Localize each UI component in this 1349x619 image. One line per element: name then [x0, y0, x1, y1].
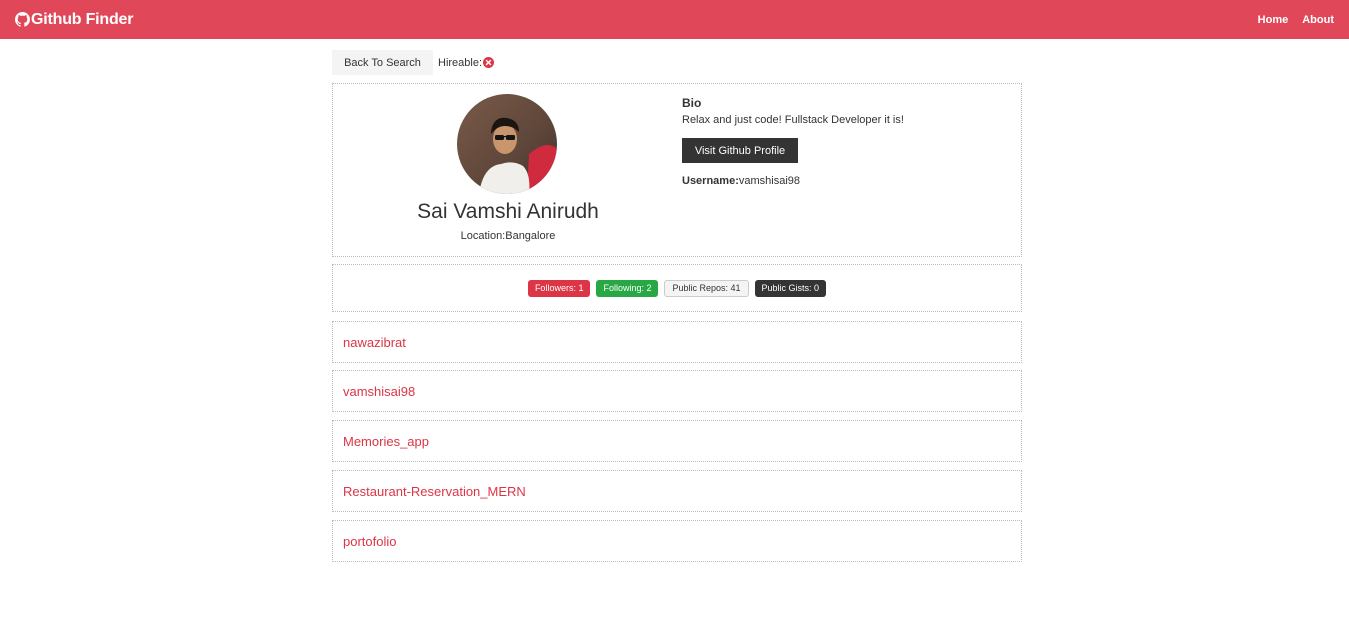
hireable-label: Hireable: [438, 56, 483, 69]
stats-card: Followers: 1 Following: 2 Public Repos: … [332, 264, 1022, 312]
public-gists-badge: Public Gists: 0 [754, 279, 827, 297]
username-row: Username:vamshisai98 [682, 175, 1012, 187]
nav-links: Home About [1244, 14, 1334, 26]
back-to-search-button[interactable]: Back To Search [332, 50, 433, 75]
user-location: Location:Bangalore [460, 230, 556, 242]
repo-item: Restaurant-Reservation_MERN [332, 470, 1022, 512]
top-row: Back To Search Hireable: [332, 50, 1022, 75]
repo-item: vamshisai98 [332, 370, 1022, 412]
profile-card: Sai Vamshi Anirudh Location:Bangalore Bi… [332, 83, 1022, 257]
main-container: Back To Search Hireable: Sai Vamshi Anir… [332, 50, 1022, 562]
repo-link[interactable]: Restaurant-Reservation_MERN [343, 484, 526, 499]
repo-link[interactable]: vamshisai98 [343, 384, 415, 399]
navbar: Github Finder Home About [0, 0, 1349, 39]
avatar [457, 94, 557, 194]
visit-github-profile-button[interactable]: Visit Github Profile [682, 138, 798, 163]
repo-link[interactable]: Memories_app [343, 434, 429, 449]
public-repos-badge: Public Repos: 41 [664, 279, 749, 297]
brand[interactable]: Github Finder [15, 11, 133, 29]
nav-home-link[interactable]: Home [1258, 14, 1289, 26]
avatar-image [457, 94, 557, 194]
repo-item: portofolio [332, 520, 1022, 562]
username-label: Username: [682, 175, 739, 187]
followers-badge: Followers: 1 [527, 279, 591, 297]
user-name: Sai Vamshi Anirudh [417, 200, 599, 223]
times-circle-icon [483, 57, 495, 68]
profile-right: Bio Relax and just code! Fullstack Devel… [682, 96, 1012, 187]
brand-text: Github Finder [31, 10, 134, 28]
hireable-status: Hireable: [438, 56, 495, 69]
profile-left: Sai Vamshi Anirudh Location:Bangalore [333, 84, 683, 256]
repo-link[interactable]: nawazibrat [343, 335, 406, 350]
github-icon [15, 12, 30, 27]
bio-text: Relax and just code! Fullstack Developer… [682, 114, 904, 126]
following-badge: Following: 2 [596, 279, 659, 297]
nav-about-link[interactable]: About [1302, 14, 1334, 26]
username-value: vamshisai98 [738, 175, 800, 187]
repo-item: Memories_app [332, 420, 1022, 462]
repo-link[interactable]: portofolio [343, 534, 396, 549]
repo-item: nawazibrat [332, 321, 1022, 363]
bio-title: Bio [682, 96, 702, 110]
